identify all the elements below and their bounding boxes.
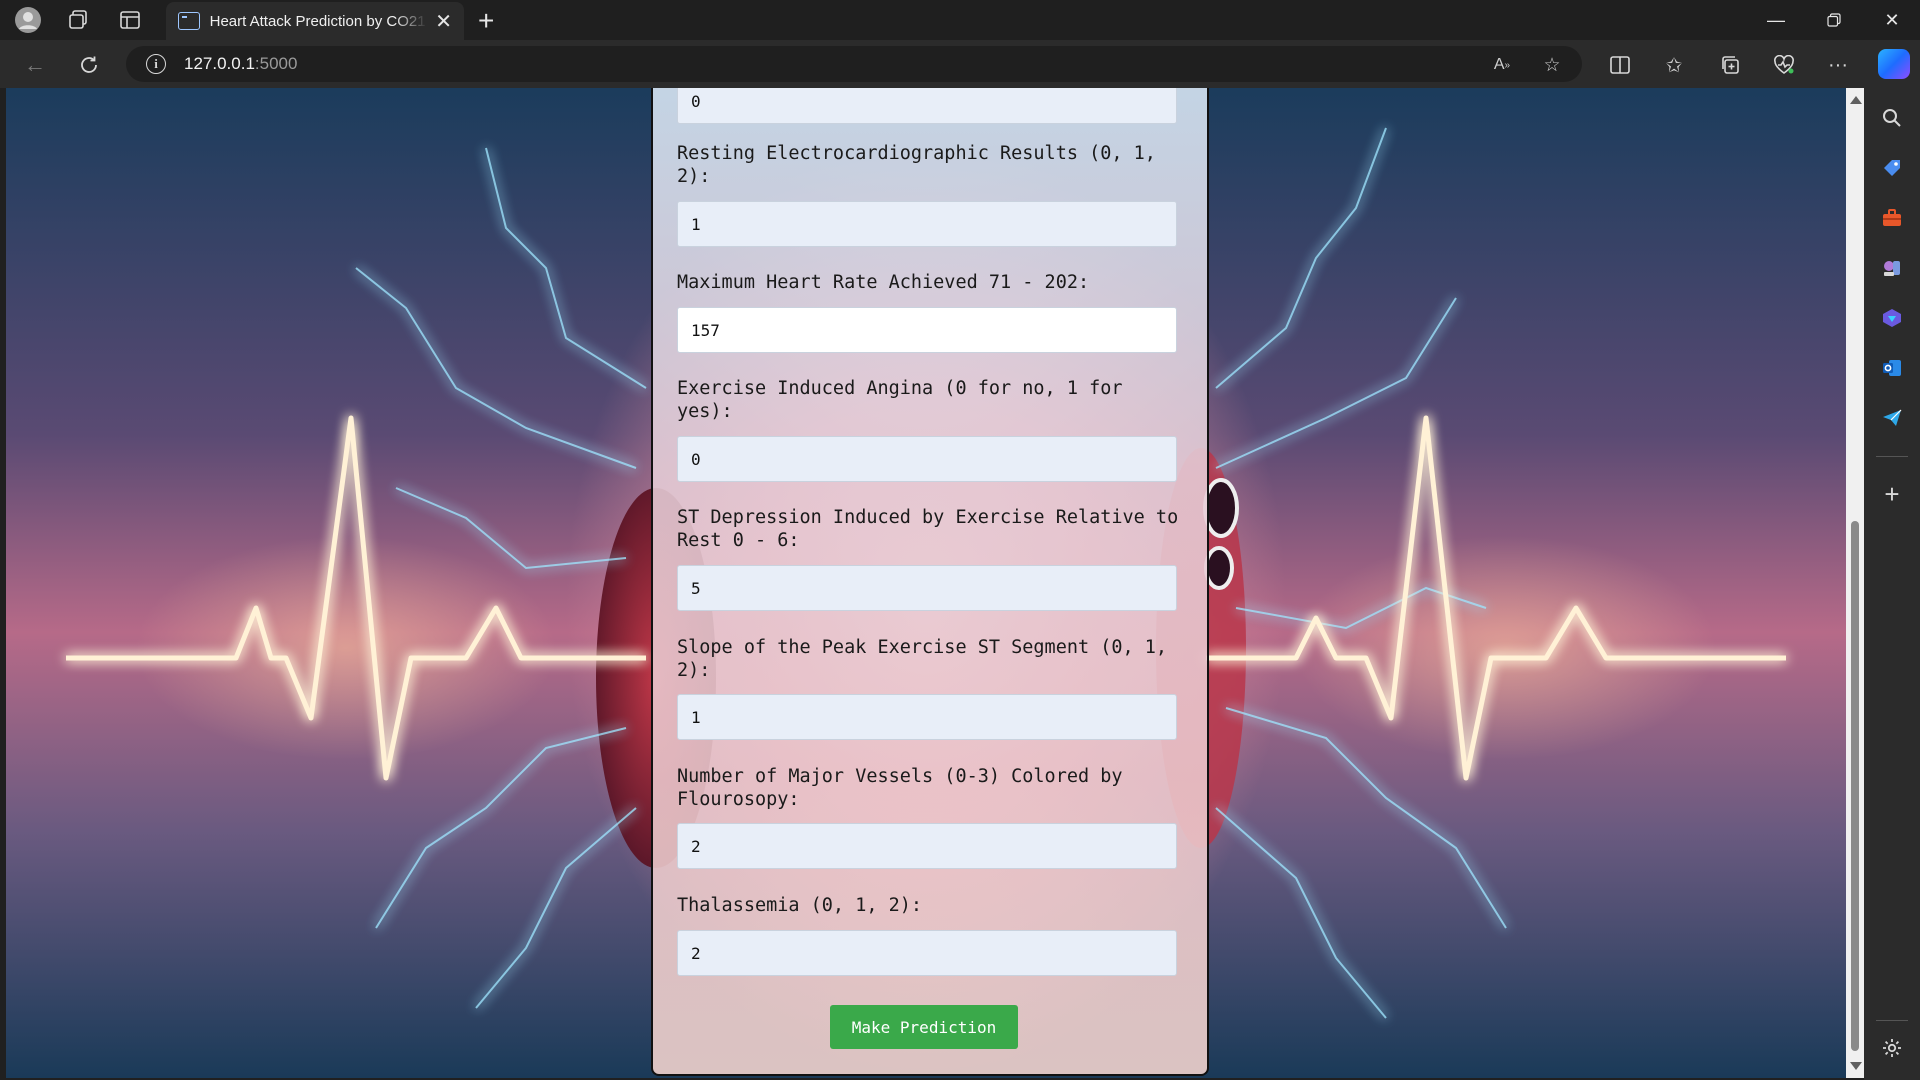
exercise-angina-label: Exercise Induced Angina (0 for no, 1 for… — [677, 378, 1123, 422]
thalassemia-label: Thalassemia (0, 1, 2): — [677, 895, 923, 916]
close-tab-icon[interactable]: ✕ — [435, 9, 452, 34]
exercise-angina-input[interactable]: 0 — [677, 436, 1177, 482]
outlook-icon[interactable] — [1878, 354, 1906, 382]
previous-field-input[interactable]: 0 — [677, 88, 1177, 124]
tab-title: Heart Attack Prediction by CO21 — [209, 12, 426, 30]
prediction-form: 0 Resting Electrocardiographic Results (… — [651, 88, 1209, 1076]
max-heart-rate-label: Maximum Heart Rate Achieved 71 - 202: — [677, 272, 1090, 293]
restecg-label: Resting Electrocardiographic Results (0,… — [677, 143, 1156, 187]
read-aloud-icon[interactable]: A» — [1490, 53, 1514, 77]
address-bar[interactable]: i 127.0.0.1:5000 A» ☆ — [126, 46, 1582, 82]
st-slope-label: Slope of the Peak Exercise ST Segment (0… — [677, 637, 1168, 681]
scroll-down-arrow-icon[interactable] — [1850, 1062, 1862, 1070]
edge-sidebar: + — [1864, 88, 1920, 1080]
sidebar-divider-bottom — [1876, 1020, 1908, 1021]
toolbar: ← i 127.0.0.1:5000 A» ☆ ✩ ··· — [0, 40, 1920, 88]
workspaces-icon[interactable] — [64, 6, 92, 34]
profile-icon[interactable] — [14, 6, 42, 34]
url-port: :5000 — [254, 54, 298, 73]
page-viewport: 0 Resting Electrocardiographic Results (… — [6, 88, 1846, 1078]
url-host: 127.0.0.1 — [184, 54, 255, 73]
tab-bar: Heart Attack Prediction by CO21 ✕ + — ✕ — [0, 0, 1920, 40]
site-info-icon[interactable]: i — [146, 54, 166, 74]
thalassemia-input[interactable]: 2 — [677, 930, 1177, 976]
search-icon[interactable] — [1878, 104, 1906, 132]
more-options-icon[interactable]: ··· — [1824, 52, 1852, 78]
tools-briefcase-icon[interactable] — [1878, 204, 1906, 232]
vertical-tabs-icon[interactable] — [116, 6, 144, 34]
browser-essentials-icon[interactable] — [1770, 52, 1798, 78]
favorite-star-icon[interactable]: ☆ — [1540, 53, 1564, 77]
major-vessels-input[interactable]: 2 — [677, 823, 1177, 869]
max-heart-rate-input[interactable]: 157 — [677, 307, 1177, 353]
close-window-button[interactable]: ✕ — [1864, 0, 1920, 40]
settings-gear-icon[interactable] — [1878, 1034, 1906, 1062]
minimize-button[interactable]: — — [1748, 0, 1804, 40]
restecg-input[interactable]: 1 — [677, 201, 1177, 247]
active-tab[interactable]: Heart Attack Prediction by CO21 ✕ — [166, 2, 464, 40]
sidebar-divider — [1876, 456, 1908, 457]
copilot-app-icon[interactable] — [1878, 304, 1906, 332]
collections-icon[interactable] — [1716, 52, 1744, 78]
make-prediction-button[interactable]: Make Prediction — [830, 1005, 1018, 1049]
page-scrollbar[interactable] — [1846, 88, 1864, 1078]
restore-button[interactable] — [1806, 0, 1862, 40]
st-slope-input[interactable]: 1 — [677, 694, 1177, 740]
refresh-icon[interactable] — [74, 50, 104, 80]
add-sidebar-app-icon[interactable]: + — [1878, 479, 1906, 509]
back-icon[interactable]: ← — [20, 50, 50, 80]
copilot-icon[interactable] — [1878, 49, 1910, 79]
split-screen-icon[interactable] — [1606, 52, 1634, 78]
page-favicon-icon — [178, 12, 200, 30]
st-depression-input[interactable]: 5 — [677, 565, 1177, 611]
shopping-tag-icon[interactable] — [1878, 154, 1906, 182]
games-icon[interactable] — [1878, 254, 1906, 282]
new-tab-button[interactable]: + — [478, 5, 494, 37]
st-depression-label: ST Depression Induced by Exercise Relati… — [677, 507, 1179, 551]
favorites-icon[interactable]: ✩ — [1660, 52, 1688, 78]
scroll-up-arrow-icon[interactable] — [1850, 96, 1862, 104]
major-vessels-label: Number of Major Vessels (0-3) Colored by… — [677, 766, 1123, 810]
send-telegram-icon[interactable] — [1878, 404, 1906, 432]
scrollbar-thumb[interactable] — [1851, 521, 1859, 1051]
